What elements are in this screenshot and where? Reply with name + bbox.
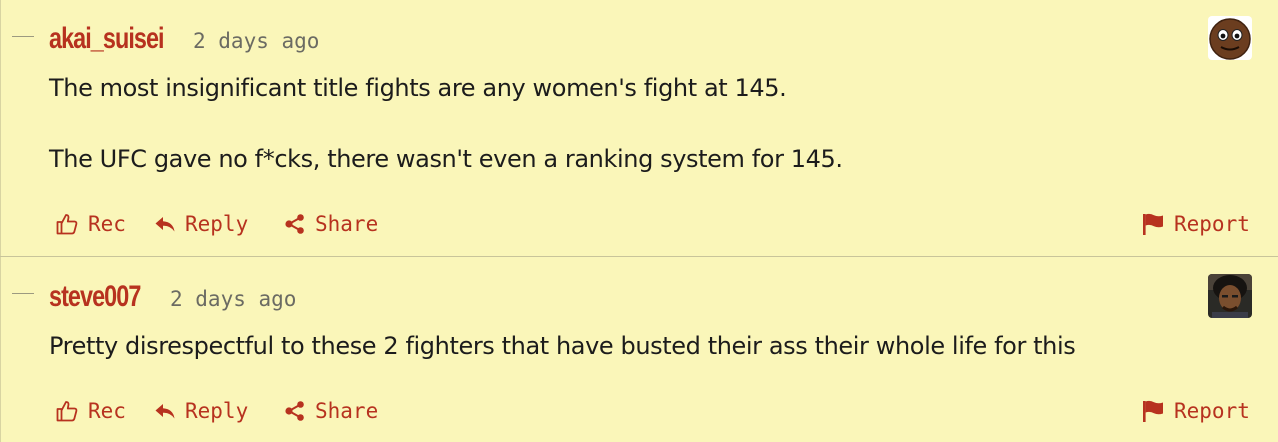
rec-button[interactable]: Rec xyxy=(55,212,126,236)
share-icon xyxy=(285,214,304,234)
report-button[interactable]: Report xyxy=(1141,212,1250,236)
report-label: Report xyxy=(1174,212,1250,236)
reply-button[interactable]: Reply xyxy=(154,212,248,236)
comment: akai_suisei 2 days ago The most insignif… xyxy=(0,0,1278,256)
share-label: Share xyxy=(315,399,379,423)
comment-username[interactable]: akai_suisei xyxy=(49,22,165,56)
reply-button[interactable]: Reply xyxy=(154,399,248,423)
comment-username[interactable]: steve007 xyxy=(49,280,141,314)
reply-label: Reply xyxy=(185,212,249,236)
share-icon xyxy=(285,401,304,421)
comment: steve007 2 days ago Pretty disrespectful… xyxy=(0,258,1278,442)
comment-paragraph: Pretty disrespectful to these 2 fighters… xyxy=(49,332,1076,360)
cartoon-face-avatar[interactable] xyxy=(1208,16,1252,60)
comment-paragraph: The most insignificant title fights are … xyxy=(49,74,787,102)
reply-arrow-icon xyxy=(155,217,175,232)
share-label: Share xyxy=(315,212,379,236)
share-button[interactable]: Share xyxy=(284,399,378,423)
reply-label: Reply xyxy=(185,399,249,423)
flag-icon xyxy=(1143,213,1163,235)
report-label: Report xyxy=(1174,399,1250,423)
share-button[interactable]: Share xyxy=(284,212,378,236)
reply-arrow-icon xyxy=(155,404,175,419)
rec-label: Rec xyxy=(88,399,126,423)
rec-label: Rec xyxy=(88,212,126,236)
comment-timestamp: 2 days ago xyxy=(193,29,320,53)
comment-paragraph: The UFC gave no f*cks, there wasn't even… xyxy=(49,145,843,173)
report-button[interactable]: Report xyxy=(1141,399,1250,423)
flag-icon xyxy=(1143,400,1163,422)
collapse-thread-dash[interactable] xyxy=(12,293,34,294)
thumbs-up-icon xyxy=(56,401,78,422)
thumbs-up-icon xyxy=(56,214,78,235)
comment-timestamp: 2 days ago xyxy=(170,287,297,311)
photo-portrait-avatar[interactable] xyxy=(1208,274,1252,318)
collapse-thread-dash[interactable] xyxy=(12,36,34,37)
rec-button[interactable]: Rec xyxy=(55,399,126,423)
comment-divider xyxy=(0,256,1278,257)
